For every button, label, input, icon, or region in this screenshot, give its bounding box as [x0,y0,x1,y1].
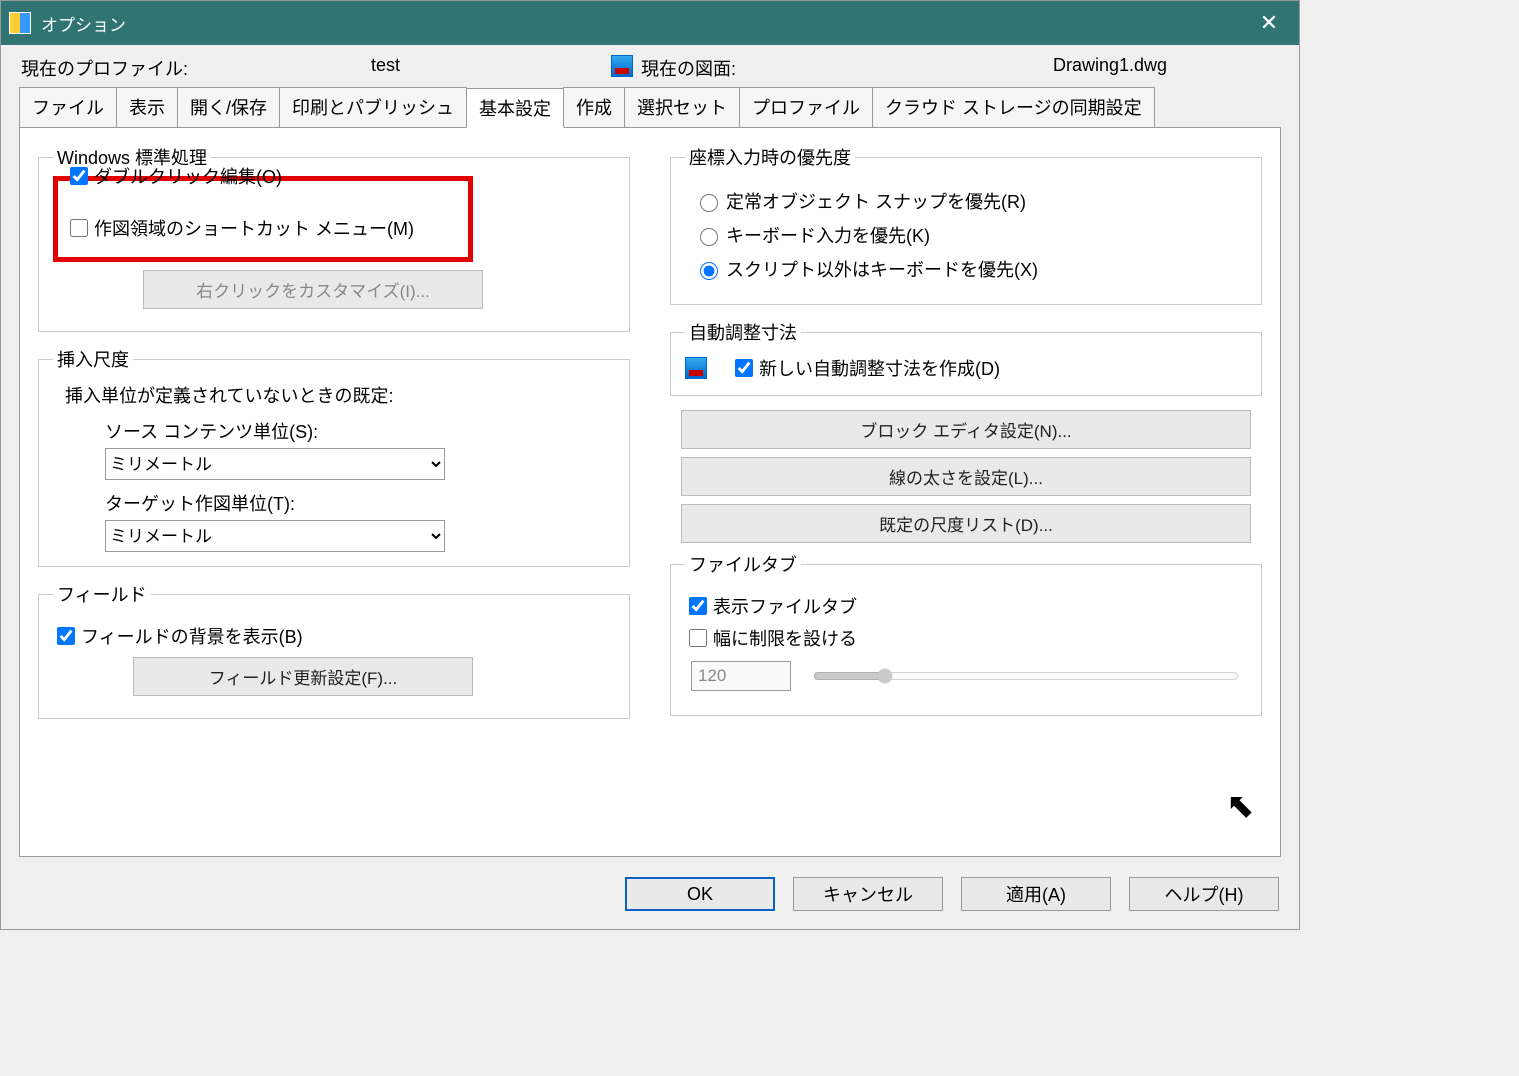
block-editor-settings-button[interactable]: ブロック エディタ設定(N)... [681,410,1251,449]
insert-scale-desc: 挿入単位が定義されていないときの既定: [65,382,615,408]
label-shortcut-menu: 作図領域のショートカット メニュー(M) [94,215,414,241]
label-osnap-priority: 定常オブジェクト スナップを優先(R) [726,188,1026,214]
label-new-auto-dim: 新しい自動調整寸法を作成(D) [759,355,1000,381]
target-units-combo[interactable]: ミリメートル [105,520,445,552]
app-icon [9,12,31,34]
tab-drafting[interactable]: 作成 [563,87,625,127]
help-button[interactable]: ヘルプ(H) [1129,877,1279,911]
checkbox-shortcut-menu[interactable] [70,219,88,237]
checkbox-show-file-tab[interactable] [689,597,707,615]
checkbox-field-background[interactable] [57,627,75,645]
highlight-annotation: ダブルクリック編集(O) 作図領域のショートカット メニュー(M) [53,176,473,262]
radio-keyboard-except-script[interactable] [700,262,718,280]
legend-fields: フィールド [53,581,151,607]
group-auto-dim: 自動調整寸法 新しい自動調整寸法を作成(D) [670,319,1262,396]
tabstrip: ファイル 表示 開く/保存 印刷とパブリッシュ 基本設定 作成 選択セット プロ… [19,87,1281,127]
tab-profiles[interactable]: プロファイル [739,87,873,127]
checkbox-dblclick-edit[interactable] [70,167,88,185]
checkbox-new-auto-dim[interactable] [735,359,753,377]
source-units-combo[interactable]: ミリメートル [105,448,445,480]
label-dblclick-edit: ダブルクリック編集(O) [94,163,282,189]
label-keyboard-priority: キーボード入力を優先(K) [726,222,930,248]
dialog-title: オプション [41,11,126,36]
dialog-footer: OK キャンセル 適用(A) ヘルプ(H) [1,867,1299,929]
label-field-background: フィールドの背景を表示(B) [81,623,303,649]
source-units-label: ソース コンテンツ単位(S): [105,418,615,444]
radio-keyboard-priority[interactable] [700,228,718,246]
profile-value: test [371,55,611,81]
label-limit-width: 幅に制限を設ける [713,625,857,651]
rightclick-customize-button: 右クリックをカスタマイズ(I)... [143,270,483,309]
tab-files[interactable]: ファイル [19,87,117,127]
group-file-tab: ファイルタブ 表示ファイルタブ 幅に制限を設ける [670,551,1262,716]
field-update-settings-button[interactable]: フィールド更新設定(F)... [133,657,473,696]
tab-userprefs[interactable]: 基本設定 [466,88,564,128]
tab-plot[interactable]: 印刷とパブリッシュ [279,87,467,127]
apply-button[interactable]: 適用(A) [961,877,1111,911]
titlebar: オプション ✕ [1,1,1299,45]
radio-osnap-priority[interactable] [700,194,718,212]
legend-file-tab: ファイルタブ [685,551,801,577]
close-icon[interactable]: ✕ [1247,1,1291,45]
lineweight-settings-button[interactable]: 線の太さを設定(L)... [681,457,1251,496]
header: 現在のプロファイル: test 現在の図面: Drawing1.dwg [1,45,1299,87]
group-coord-priority: 座標入力時の優先度 定常オブジェクト スナップを優先(R) キーボード入力を優先… [670,144,1262,305]
tab-selection[interactable]: 選択セット [624,87,740,127]
legend-coord-priority: 座標入力時の優先度 [685,144,855,170]
tab-cloud[interactable]: クラウド ストレージの同期設定 [872,87,1155,127]
default-scale-list-button[interactable]: 既定の尺度リスト(D)... [681,504,1251,543]
legend-auto-dim: 自動調整寸法 [685,319,801,345]
label-keyboard-except-script: スクリプト以外はキーボードを優先(X) [726,256,1038,282]
group-windows-standard: Windows 標準処理 ダブルクリック編集(O) 作図領域のショートカット メ… [38,144,630,332]
profile-label: 現在のプロファイル: [21,55,371,81]
target-units-label: ターゲット作図単位(T): [105,490,615,516]
drawing-value: Drawing1.dwg [941,55,1279,81]
group-insert-scale: 挿入尺度 挿入単位が定義されていないときの既定: ソース コンテンツ単位(S):… [38,346,630,567]
dwg-icon [685,357,707,379]
legend-insert-scale: 挿入尺度 [53,346,133,372]
checkbox-limit-width[interactable] [689,629,707,647]
tab-display[interactable]: 表示 [116,87,178,127]
width-value-input [691,661,791,691]
width-slider [813,668,1239,684]
label-show-file-tab: 表示ファイルタブ [713,593,857,619]
cancel-button[interactable]: キャンセル [793,877,943,911]
ok-button[interactable]: OK [625,877,775,911]
tab-open-save[interactable]: 開く/保存 [177,87,280,127]
drawing-label: 現在の図面: [641,55,941,81]
dwg-icon [611,55,633,77]
group-fields: フィールド フィールドの背景を表示(B) フィールド更新設定(F)... [38,581,630,719]
